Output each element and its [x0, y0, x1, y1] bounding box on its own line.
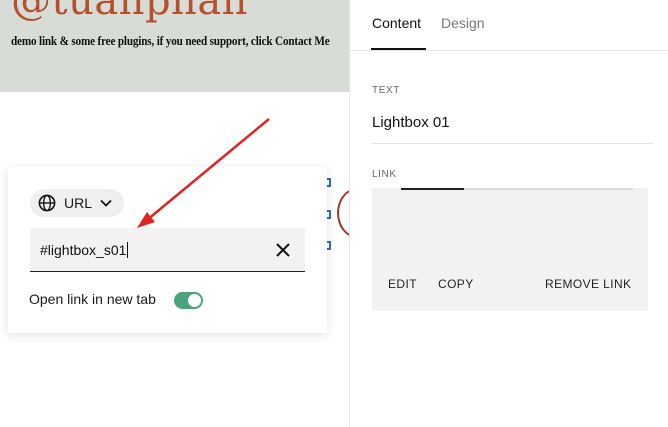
- open-new-tab-toggle[interactable]: [174, 292, 203, 309]
- copy-link-button[interactable]: COPY: [438, 277, 474, 291]
- link-field-label: LINK: [372, 169, 397, 180]
- close-icon[interactable]: [275, 242, 291, 258]
- remove-link-button[interactable]: REMOVE LINK: [545, 277, 631, 291]
- globe-icon: [38, 194, 56, 212]
- toggle-knob: [188, 294, 201, 307]
- link-popover: URL #lightbox_s01 Open link in new tab: [8, 167, 327, 333]
- link-preview-box: EDIT COPY REMOVE LINK: [372, 188, 648, 311]
- open-new-tab-label: Open link in new tab: [29, 291, 156, 307]
- header-banner: @tuanphan demo link & some free plugins,…: [0, 0, 349, 92]
- page-preview: @tuanphan demo link & some free plugins,…: [0, 0, 349, 427]
- panel-tabs: Content Design: [350, 0, 668, 51]
- tab-design[interactable]: Design: [441, 15, 485, 31]
- link-loading-bar: [401, 188, 464, 190]
- site-brand[interactable]: @tuanphan: [11, 0, 248, 24]
- text-field-label: TEXT: [372, 85, 400, 96]
- text-field-value[interactable]: Lightbox 01: [372, 114, 450, 131]
- chevron-down-icon: [100, 199, 112, 207]
- settings-panel: Content Design TEXT Lightbox 01 LINK EDI…: [349, 0, 668, 427]
- link-type-label: URL: [64, 195, 93, 211]
- link-type-dropdown[interactable]: URL: [30, 189, 125, 217]
- edit-link-button[interactable]: EDIT: [388, 277, 417, 291]
- divider: [372, 143, 653, 144]
- url-input[interactable]: #lightbox_s01: [30, 228, 305, 272]
- active-tab-indicator: [371, 48, 426, 50]
- text-caret: [127, 241, 129, 258]
- tab-content[interactable]: Content: [372, 15, 421, 31]
- url-input-value: #lightbox_s01: [40, 241, 127, 258]
- circle-element: [337, 188, 349, 238]
- site-tagline: demo link & some free plugins, if you ne…: [11, 33, 330, 48]
